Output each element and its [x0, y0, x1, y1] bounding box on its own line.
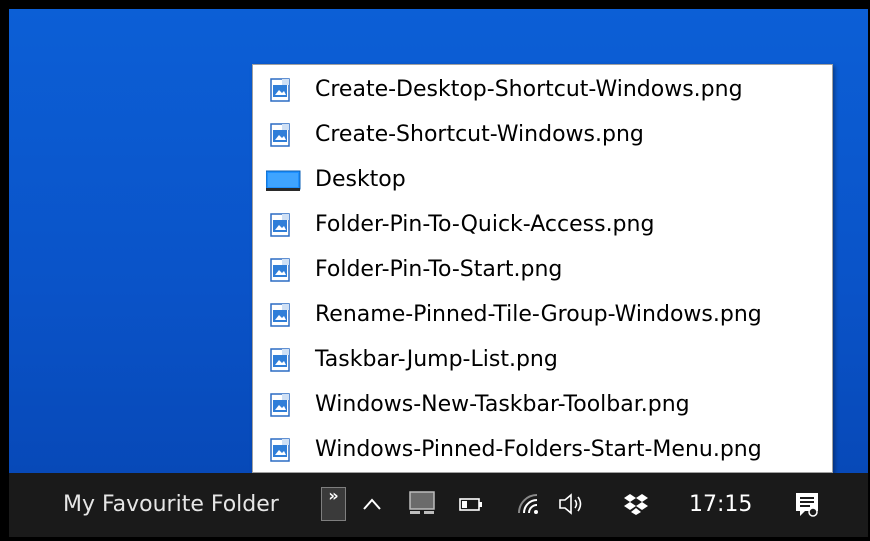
- menu-item-label: Folder-Pin-To-Start.png: [315, 257, 563, 282]
- menu-item[interactable]: Rename-Pinned-Tile-Group-Windows.png: [253, 292, 832, 337]
- menu-item-label: Folder-Pin-To-Quick-Access.png: [315, 212, 655, 237]
- menu-item-label: Windows-New-Taskbar-Toolbar.png: [315, 392, 690, 417]
- png-file-icon: [266, 123, 294, 147]
- png-file-icon: [266, 348, 294, 372]
- taskbar: My Favourite Folder » 17:15: [9, 473, 868, 537]
- screen: Create-Desktop-Shortcut-Windows.png Crea…: [0, 0, 870, 541]
- action-center-icon[interactable]: [793, 490, 821, 524]
- clock[interactable]: 17:15: [689, 493, 752, 517]
- menu-item[interactable]: Create-Desktop-Shortcut-Windows.png: [253, 67, 832, 112]
- chevron-right-icon: »: [328, 486, 339, 505]
- battery-icon[interactable]: [457, 493, 485, 519]
- png-file-icon: [266, 393, 294, 417]
- menu-item[interactable]: Folder-Pin-To-Quick-Access.png: [253, 202, 832, 247]
- toolbar-folder-menu: Create-Desktop-Shortcut-Windows.png Crea…: [252, 64, 833, 473]
- dropbox-icon[interactable]: [623, 491, 649, 521]
- png-file-icon: [266, 303, 294, 327]
- png-file-icon: [266, 213, 294, 237]
- png-file-icon: [266, 78, 294, 102]
- png-file-icon: [266, 438, 294, 462]
- png-file-icon: [266, 258, 294, 282]
- menu-item[interactable]: Windows-New-Taskbar-Toolbar.png: [253, 382, 832, 427]
- desktop-folder-icon: [265, 168, 301, 192]
- menu-item[interactable]: Windows-Pinned-Folders-Start-Menu.png: [253, 427, 832, 472]
- toolbar-label[interactable]: My Favourite Folder: [63, 493, 279, 517]
- menu-item[interactable]: Folder-Pin-To-Start.png: [253, 247, 832, 292]
- wifi-icon[interactable]: [515, 491, 541, 521]
- menu-item-desktop[interactable]: Desktop: [253, 157, 832, 202]
- menu-item-label: Desktop: [315, 167, 406, 192]
- menu-item[interactable]: Create-Shortcut-Windows.png: [253, 112, 832, 157]
- show-hidden-icons-caret-icon[interactable]: [361, 493, 383, 519]
- menu-item-label: Create-Desktop-Shortcut-Windows.png: [315, 77, 743, 102]
- network-monitor-icon[interactable]: [407, 489, 437, 523]
- menu-item[interactable]: Taskbar-Jump-List.png: [253, 337, 832, 382]
- menu-item-label: Create-Shortcut-Windows.png: [315, 122, 644, 147]
- menu-item-label: Windows-Pinned-Folders-Start-Menu.png: [315, 437, 762, 462]
- menu-item-label: Taskbar-Jump-List.png: [315, 347, 558, 372]
- toolbar-chevron-button[interactable]: »: [321, 487, 346, 521]
- menu-item-label: Rename-Pinned-Tile-Group-Windows.png: [315, 302, 762, 327]
- volume-icon[interactable]: [557, 491, 587, 521]
